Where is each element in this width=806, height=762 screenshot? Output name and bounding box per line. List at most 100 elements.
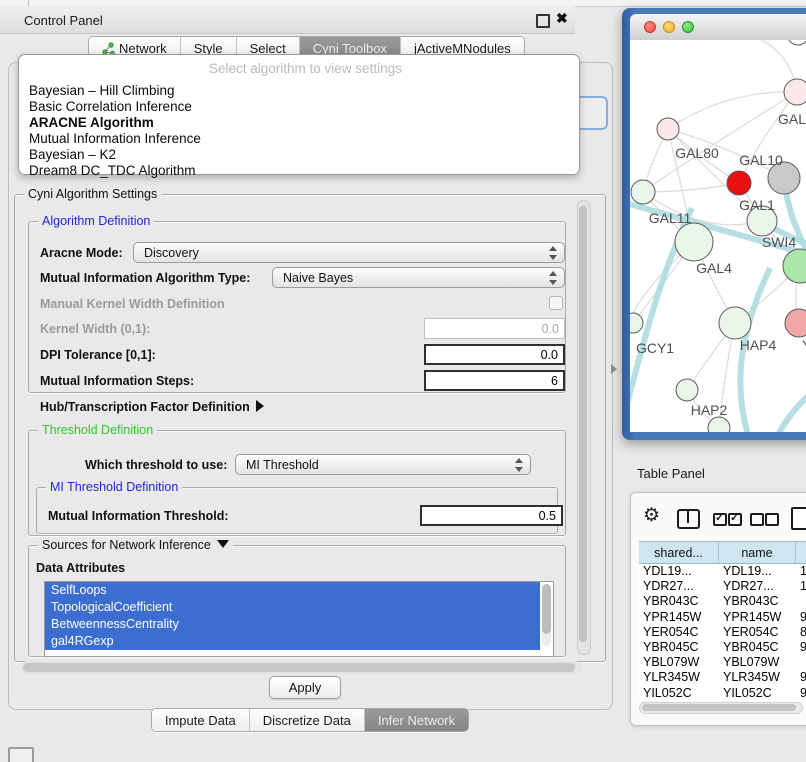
node-label: GCY1 — [636, 340, 674, 356]
scrollbar-thumb[interactable] — [642, 704, 796, 711]
table-row[interactable]: YPR145WYPR145W9. — [639, 610, 806, 625]
attributes-scrollbar[interactable] — [542, 584, 551, 646]
table-row[interactable]: YIL052CYIL052C9. — [639, 686, 806, 701]
bottom-tab-label: Impute Data — [165, 713, 236, 728]
table-row[interactable]: YLR345WYLR345W9. — [639, 670, 806, 685]
table-cell: YBR045C — [719, 640, 796, 655]
settings-vertical-scrollbar[interactable] — [577, 200, 591, 655]
close-panel-icon[interactable]: ✖ — [556, 10, 568, 27]
kernel-width-label: Kernel Width (0,1): — [40, 322, 150, 336]
table-row[interactable]: YBL079WYBL079W — [639, 655, 806, 670]
new-table-icon[interactable] — [791, 507, 806, 530]
table-row[interactable]: YER054CYER054C8. — [639, 625, 806, 640]
sources-title-text: Sources for Network Inference — [42, 538, 211, 552]
close-window-icon[interactable] — [644, 21, 656, 33]
table-cell: YER054C — [639, 625, 719, 640]
collapsed-arrow-icon — [256, 400, 264, 412]
node-label: GAL10 — [739, 152, 783, 168]
algorithm-dropdown-popup: Select algorithm to view settings Bayesi… — [18, 54, 580, 175]
network-node-gal4[interactable] — [675, 223, 713, 261]
network-node-swi4[interactable] — [783, 249, 806, 283]
dpi-tolerance-field[interactable] — [424, 344, 565, 365]
bottom-tab-discretize-data[interactable]: Discretize Data — [249, 709, 364, 731]
node-table: shared...name YDL19...YDL19...13YDR27...… — [639, 541, 806, 701]
table-cell: YDL19... — [639, 564, 719, 579]
gear-icon[interactable]: ⚙ — [643, 507, 660, 525]
bottom-tab-infer-network[interactable]: Infer Network — [364, 709, 468, 731]
hub-definition-toggle[interactable]: Hub/Transcription Factor Definition — [40, 400, 264, 414]
column-header-extra[interactable] — [796, 542, 806, 563]
manual-kernel-label: Manual Kernel Width Definition — [40, 297, 225, 311]
network-tab-icon — [102, 42, 115, 55]
network-node[interactable] — [727, 171, 751, 195]
apply-button[interactable]: Apply — [269, 676, 341, 699]
dropdown-item-aracne-algorithm[interactable]: ARACNE Algorithm — [29, 115, 569, 131]
minimize-window-icon[interactable] — [663, 21, 675, 33]
screen: Control Panel ✖ NetworkStyleSelectCyni T… — [0, 0, 806, 762]
network-node-hap4[interactable] — [719, 307, 751, 339]
table-cell: 12 — [796, 579, 806, 594]
network-window-titlebar[interactable] — [630, 14, 806, 41]
dropdown-item-basic-correlation-inference[interactable]: Basic Correlation Inference — [29, 99, 569, 115]
table-cell: YBR043C — [639, 594, 719, 609]
select-all-checkbox-icon[interactable] — [713, 513, 727, 526]
mi-steps-field[interactable] — [424, 370, 565, 391]
attribute-item-selfloops[interactable]: SelfLoops — [45, 582, 540, 599]
sources-title[interactable]: Sources for Network Inference — [38, 538, 233, 552]
network-node[interactable] — [787, 40, 806, 45]
bottom-tab-label: Infer Network — [378, 713, 455, 728]
network-node-gal[interactable] — [784, 79, 806, 105]
select-all-checkbox-icon[interactable] — [728, 513, 742, 526]
kernel-width-field[interactable] — [424, 318, 565, 339]
splitpane-collapse-arrow[interactable] — [611, 364, 617, 374]
attribute-item-topologicalcoefficient[interactable]: TopologicalCoefficient — [45, 599, 540, 616]
dropdown-item-bayesian-k2[interactable]: Bayesian – K2 — [29, 147, 569, 163]
table-row[interactable]: YDL19...YDL19...13 — [639, 564, 806, 579]
network-window: GALGAL80GAL10GAL11GAL1SWI4GAL4GCY1HAP4YH… — [622, 8, 806, 440]
network-node-hap2[interactable] — [676, 379, 698, 401]
settings-horizontal-scrollbar[interactable] — [20, 661, 582, 674]
table-cell: YBR045C — [639, 640, 719, 655]
bottom-tab-impute-data[interactable]: Impute Data — [152, 709, 249, 731]
table-row[interactable]: YBR045CYBR045C9. — [639, 640, 806, 655]
deselect-all-checkbox-icon[interactable] — [750, 513, 764, 526]
table-cell: YLR345W — [719, 670, 796, 685]
network-node-gal11[interactable] — [631, 180, 655, 204]
network-node-y[interactable] — [785, 309, 806, 337]
scrollbar-thumb[interactable] — [23, 663, 575, 672]
float-panel-icon[interactable] — [536, 14, 550, 28]
network-node[interactable] — [708, 417, 730, 432]
columns-icon[interactable] — [677, 509, 700, 529]
mi-type-combobox[interactable]: Naive Bayes — [272, 267, 565, 288]
network-edge — [643, 183, 739, 192]
minimized-panel-icon[interactable] — [8, 747, 34, 762]
mi-threshold-field[interactable] — [420, 505, 563, 526]
table-horizontal-scrollbar[interactable] — [639, 702, 803, 714]
manual-kernel-checkbox[interactable] — [549, 296, 563, 310]
dropdown-item-mutual-information-inference[interactable]: Mutual Information Inference — [29, 131, 569, 147]
deselect-all-checkbox-icon[interactable] — [765, 513, 779, 526]
network-node-gal80[interactable] — [657, 118, 679, 140]
dropdown-item-dream8-dc-tdc-algorithm[interactable]: Dream8 DC_TDC Algorithm — [29, 163, 569, 179]
dropdown-list: Bayesian – Hill ClimbingBasic Correlatio… — [29, 83, 569, 179]
network-canvas[interactable]: GALGAL80GAL10GAL11GAL1SWI4GAL4GCY1HAP4YH… — [630, 40, 806, 432]
zoom-window-icon[interactable] — [682, 21, 694, 33]
aracne-mode-combobox[interactable]: Discovery — [133, 242, 565, 263]
network-node-gcy1[interactable] — [630, 313, 643, 333]
which-threshold-combobox[interactable]: MI Threshold — [235, 454, 531, 475]
table-cell: YPR145W — [719, 610, 796, 625]
table-cell: YBL079W — [639, 655, 719, 670]
mi-threshold-label: Mutual Information Threshold: — [48, 509, 229, 523]
table-row[interactable]: YDR27...YDR27...12 — [639, 579, 806, 594]
data-attributes-list[interactable]: SelfLoopsTopologicalCoefficientBetweenne… — [44, 581, 554, 657]
attribute-item-gal4rgexp[interactable]: gal4RGexp — [45, 633, 540, 650]
scrollbar-thumb[interactable] — [579, 206, 587, 642]
dropdown-item-bayesian-hill-climbing[interactable]: Bayesian – Hill Climbing — [29, 83, 569, 99]
column-header-name[interactable]: name — [719, 542, 796, 563]
mi-threshold-group-title: MI Threshold Definition — [46, 480, 182, 494]
scrollbar-thumb[interactable] — [542, 584, 551, 634]
attribute-item-betweennesscentrality[interactable]: BetweennessCentrality — [45, 616, 540, 633]
bottom-tabs: Impute Data Discretize Data Infer Network — [0, 708, 620, 732]
column-header-shared[interactable]: shared... — [639, 542, 719, 563]
table-row[interactable]: YBR043CYBR043C — [639, 594, 806, 609]
